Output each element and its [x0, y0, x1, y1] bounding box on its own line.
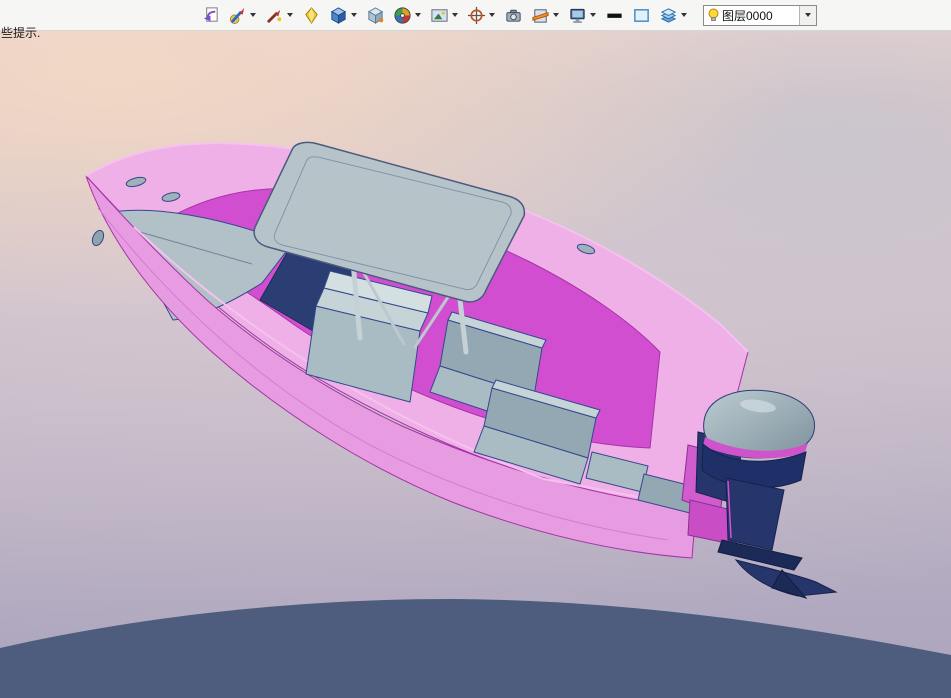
yellow-gem-icon: [305, 6, 318, 24]
dropdown-arrow-icon[interactable]: [551, 2, 560, 28]
gray-cube-icon: [367, 6, 384, 24]
display-style-button[interactable]: [565, 1, 600, 29]
scene-icon: [431, 8, 448, 22]
document-arrow-button[interactable]: [198, 1, 223, 29]
hull-fitting: [91, 229, 105, 247]
lightbulb-icon: [708, 8, 719, 21]
viewport-frame-button[interactable]: [629, 1, 654, 29]
edge-color-button[interactable]: [602, 1, 627, 29]
document-arrow-icon: [203, 6, 218, 22]
dropdown-arrow-icon[interactable]: [285, 2, 294, 28]
boat-model[interactable]: [85, 141, 838, 599]
dropdown-arrow-icon[interactable]: [487, 2, 496, 28]
monitor-icon: [570, 8, 585, 23]
outboard-motor[interactable]: [695, 389, 838, 599]
dropdown-arrow-icon[interactable]: [248, 2, 257, 28]
layers-icon: [660, 7, 677, 23]
view-orientation-button[interactable]: [326, 1, 361, 29]
color-wheel-icon: [394, 6, 411, 24]
blue-cube-icon: [330, 6, 347, 24]
hint-text: 些提示.: [1, 26, 41, 40]
camera-button[interactable]: [501, 1, 526, 29]
combo-dropdown-arrow[interactable]: [799, 5, 816, 25]
dropdown-arrow-icon[interactable]: [679, 2, 688, 28]
section-plane-icon: [532, 8, 549, 23]
crosshair-icon: [467, 6, 486, 24]
camera-icon: [506, 9, 521, 22]
motor-midsection[interactable]: [725, 477, 785, 551]
scene-canvas: [0, 141, 951, 698]
layer-name-value: 图层0000: [722, 8, 773, 23]
apply-scene-button[interactable]: [390, 1, 425, 29]
material-button[interactable]: [299, 1, 324, 29]
scene-background-button[interactable]: [427, 1, 462, 29]
view-settings-button[interactable]: [464, 1, 499, 29]
background-hill: [0, 599, 951, 698]
layer-dropdown[interactable]: 图层0000: [703, 4, 817, 26]
texture-brush-button[interactable]: [262, 1, 297, 29]
dropdown-arrow-icon[interactable]: [450, 2, 459, 28]
paintbrush-icon: [229, 7, 245, 24]
view-toolbar: 图层0000: [0, 0, 951, 31]
edit-appearance-button[interactable]: [225, 1, 260, 29]
cad-window: 图层0000 些提示.: [0, 0, 951, 698]
red-brush-icon: [267, 9, 282, 23]
blue-frame-icon: [634, 8, 649, 22]
section-view-button[interactable]: [528, 1, 563, 29]
isometric-view-button[interactable]: [363, 1, 388, 29]
dropdown-arrow-icon[interactable]: [413, 2, 422, 28]
dropdown-arrow-icon[interactable]: [588, 2, 597, 28]
dropdown-arrow-icon[interactable]: [349, 2, 358, 28]
layer-properties-button[interactable]: [656, 1, 691, 29]
black-swatch-icon: [607, 13, 622, 18]
